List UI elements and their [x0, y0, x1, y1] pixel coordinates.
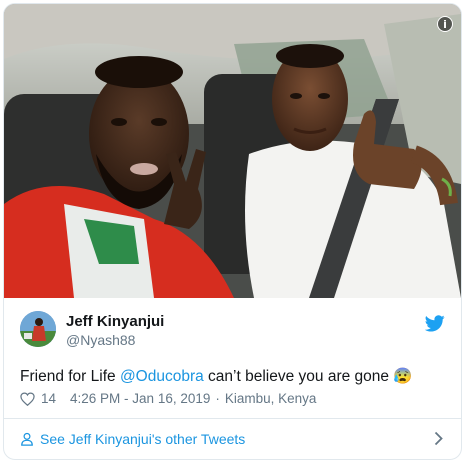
see-other-tweets-label: See Jeff Kinyanjui's other Tweets: [40, 431, 246, 447]
selfie-image: [4, 4, 461, 298]
author-name[interactable]: Jeff Kinyanjui: [66, 313, 164, 330]
emoji: 😰: [393, 368, 413, 385]
location-link[interactable]: Kiambu, Kenya: [225, 391, 317, 406]
heart-icon[interactable]: [20, 391, 35, 406]
see-other-tweets-link[interactable]: See Jeff Kinyanjui's other Tweets: [20, 428, 445, 450]
tweet-meta: 14 4:26 PM - Jan 16, 2019 · Kiambu, Keny…: [20, 391, 445, 406]
person-icon: [21, 432, 33, 446]
avatar[interactable]: [20, 311, 56, 347]
tweet-header: Jeff Kinyanjui @Nyash88: [20, 311, 445, 353]
embedded-tweet-card: i Jeff Kinyanjui @Nyash88 Friend for Lif…: [3, 3, 462, 460]
chevron-right-icon: [434, 431, 443, 446]
author-handle[interactable]: @Nyash88: [66, 332, 135, 348]
mention-link[interactable]: @Oducobra: [120, 368, 204, 385]
like-count[interactable]: 14: [41, 391, 56, 406]
avatar-image: [20, 311, 56, 347]
twitter-bird-icon[interactable]: [425, 315, 445, 332]
tweet-text-part: can’t believe you are gone: [203, 368, 390, 385]
timestamp-link[interactable]: 4:26 PM - Jan 16, 2019: [70, 391, 210, 406]
info-icon[interactable]: i: [437, 16, 453, 32]
separator-dot: ·: [215, 391, 220, 406]
tweet-photo[interactable]: i: [4, 4, 461, 298]
tweet-text-part: Friend for Life: [20, 368, 120, 385]
tweet-text: Friend for Life @Oducobra can’t believe …: [20, 367, 445, 386]
divider: [4, 418, 461, 419]
